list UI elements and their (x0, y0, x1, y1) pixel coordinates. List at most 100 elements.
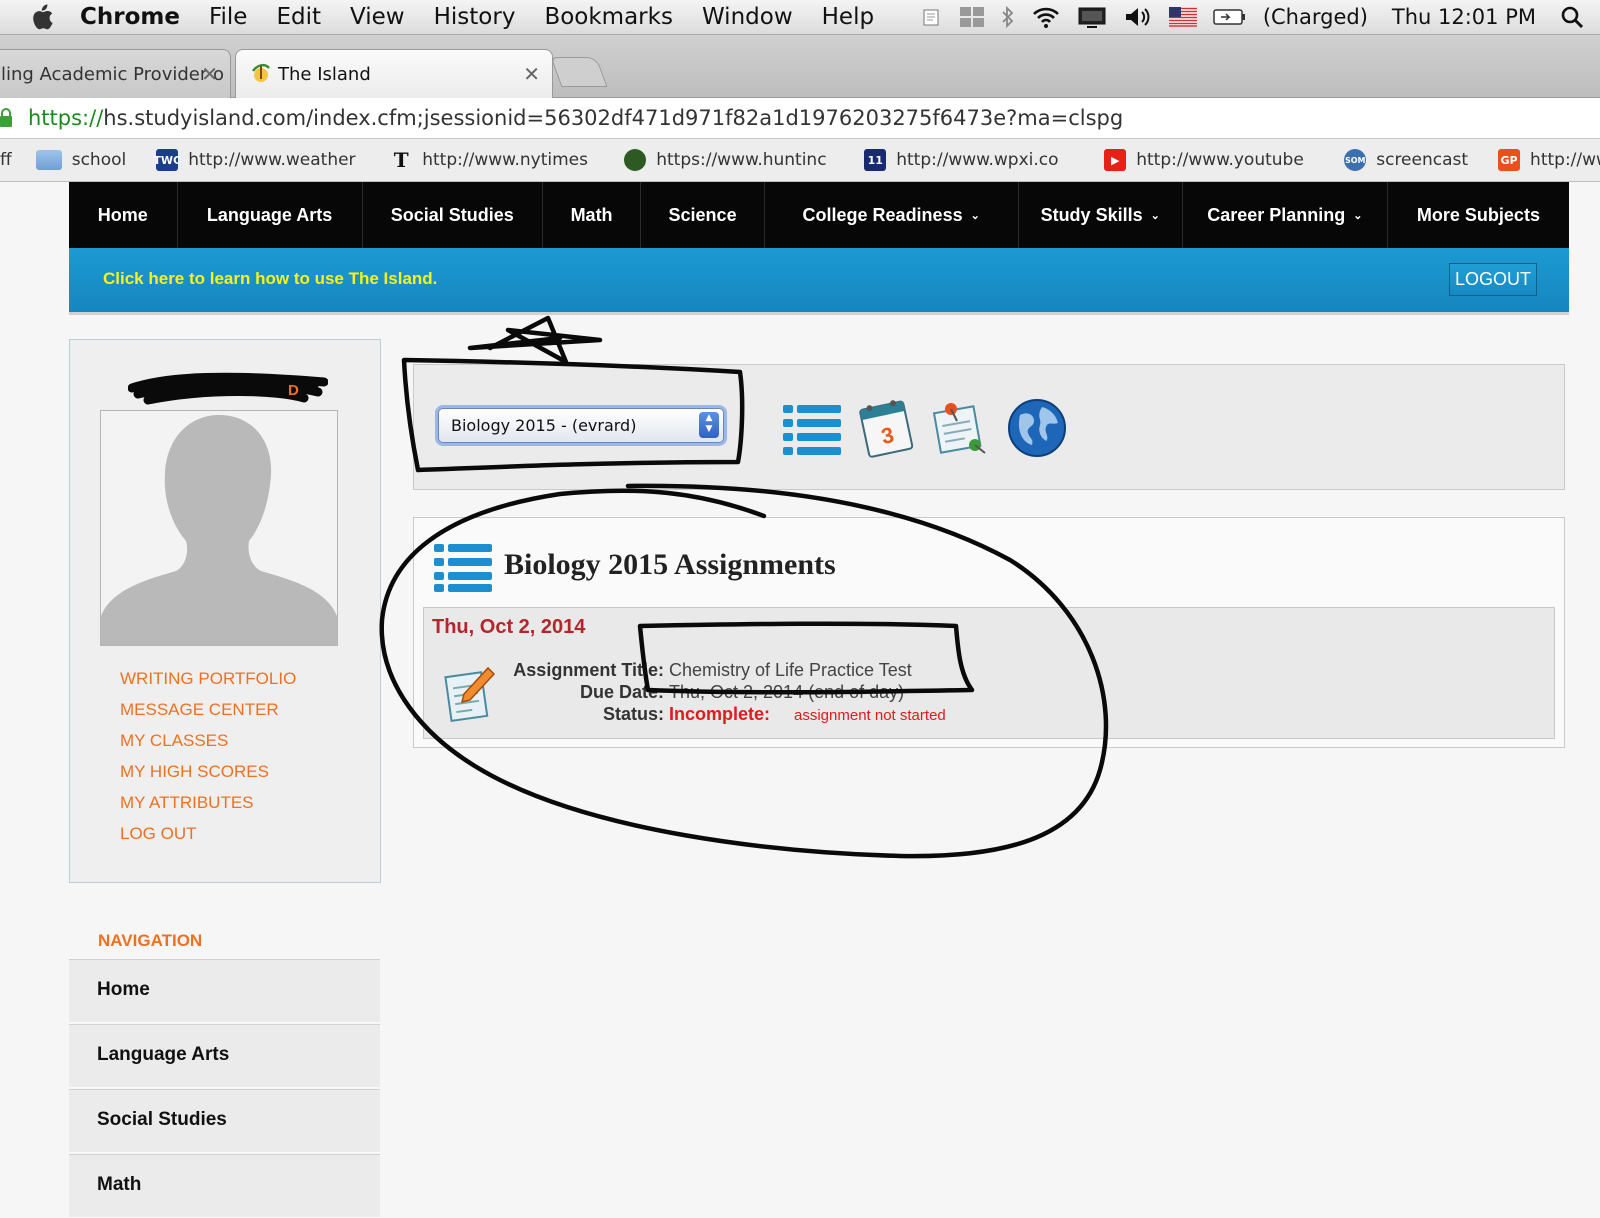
topnav-social-studies[interactable]: Social Studies (363, 182, 543, 248)
bookmark-folder-school[interactable]: school (35, 150, 126, 170)
message-center-link[interactable]: MESSAGE CENTER (120, 701, 296, 732)
my-classes-link[interactable]: MY CLASSES (120, 732, 296, 763)
status-row: Status: (424, 704, 664, 726)
navigation-heading: NAVIGATION (98, 931, 203, 950)
list-icon[interactable] (781, 397, 843, 459)
clock[interactable]: Thu 12:01 PM (1392, 5, 1536, 29)
due-date-text: Thu, Oct 2, 2014 (end of day) (669, 682, 905, 702)
topnav-home[interactable]: Home (69, 182, 178, 248)
topnav-language-arts[interactable]: Language Arts (178, 182, 363, 248)
us-flag-icon[interactable] (1168, 7, 1197, 27)
calendar-icon[interactable]: 3 (856, 397, 918, 459)
profile-card: D WRITING PORTFOLIO MESSAGE CENTER MY CL… (69, 339, 381, 883)
bookmark-label: screencast (1376, 150, 1469, 170)
new-tab-button[interactable] (550, 57, 608, 87)
chevron-down-icon: ⌄ (970, 209, 980, 222)
list-icon (434, 544, 492, 592)
chevron-down-icon: ⌄ (1353, 209, 1363, 222)
my-attributes-link[interactable]: MY ATTRIBUTES (120, 794, 296, 825)
tab-academic-provider[interactable]: ling Academic Provider o ✕ (0, 49, 231, 98)
display-icon[interactable] (1077, 5, 1107, 29)
menu-file[interactable]: File (209, 4, 248, 30)
wifi-icon[interactable] (1031, 5, 1061, 29)
my-high-scores-link[interactable]: MY HIGH SCORES (120, 763, 296, 794)
menu-status-area: (Charged) Thu 12:01 PM (921, 0, 1600, 34)
sidebar-item-label: Language Arts (97, 1044, 230, 1065)
apple-icon[interactable] (28, 3, 68, 31)
menu-history[interactable]: History (434, 4, 516, 30)
island-favicon-icon (250, 61, 272, 88)
spotlight-icon[interactable] (1560, 5, 1584, 29)
menu-bookmarks[interactable]: Bookmarks (544, 4, 673, 30)
top-navigation: Home Language Arts Social Studies Math S… (69, 182, 1569, 248)
bookmark-label: http://www (1530, 150, 1600, 170)
nyt-icon: T (393, 148, 409, 172)
assignments-panel: Biology 2015 Assignments Thu, Oct 2, 201… (413, 517, 1565, 748)
macos-menu-bar: Chrome File Edit View History Bookmarks … (0, 0, 1600, 35)
class-select-value: Biology 2015 - (evrard) (451, 416, 637, 435)
topnav-math[interactable]: Math (543, 182, 642, 248)
bookmark-nytimes[interactable]: T http://www.nytimes (390, 148, 594, 172)
topnav-label: More Subjects (1416, 204, 1540, 225)
learn-how-link[interactable]: Click here to learn how to use The Islan… (103, 269, 437, 289)
topnav-label: Study Skills (1040, 204, 1143, 225)
due-date-row: Due Date: (424, 682, 664, 704)
url-text: hs.studyisland.com/index.cfm;jsessionid=… (103, 106, 1124, 130)
bluetooth-icon[interactable] (1001, 5, 1015, 29)
logout-button[interactable]: LOGOUT (1449, 263, 1537, 296)
close-icon[interactable]: ✕ (201, 62, 218, 86)
notepad-pin-icon[interactable] (929, 397, 991, 459)
gp-icon: GP (1498, 149, 1521, 171)
volume-icon[interactable] (1123, 5, 1153, 29)
lock-icon[interactable] (0, 108, 14, 128)
address-bar[interactable]: https:// hs.studyisland.com/index.cfm;js… (0, 98, 1600, 139)
sidebar-item-math[interactable]: Math (69, 1154, 380, 1218)
due-date-label: Due Date: (579, 682, 664, 702)
script-icon[interactable] (921, 6, 943, 28)
assignment-title-label: Assignment Title: (513, 660, 664, 680)
topnav-science[interactable]: Science (641, 182, 765, 248)
topnav-more-subjects[interactable]: More Subjects (1388, 182, 1569, 248)
log-out-link[interactable]: LOG OUT (120, 825, 296, 856)
topnav-college-readiness[interactable]: College Readiness ⌄ (765, 182, 1019, 248)
bookmark-label: http://www.weather (188, 150, 356, 170)
wpxi-icon: 11 (864, 149, 887, 171)
topnav-label: Science (668, 204, 737, 225)
assignment-entry[interactable]: Thu, Oct 2, 2014 Assignment Title: Chemi… (423, 607, 1555, 739)
assignment-title-text: Chemistry of Life Practice Test (669, 660, 912, 680)
topnav-study-skills[interactable]: Study Skills ⌄ (1019, 182, 1183, 248)
class-select[interactable]: Biology 2015 - (evrard) ▲ ▼ (438, 408, 724, 443)
close-icon[interactable]: ✕ (523, 62, 540, 86)
battery-icon[interactable] (1213, 7, 1247, 27)
bookmark-item[interactable]: ff (0, 150, 12, 170)
bookmark-gp[interactable]: GP http://www (1498, 149, 1600, 171)
bookmark-youtube[interactable]: ▶ http://www.youtube (1104, 149, 1314, 171)
tab-label: ling Academic Provider o (1, 63, 224, 85)
youtube-icon: ▶ (1104, 149, 1127, 171)
topnav-career-planning[interactable]: Career Planning ⌄ (1183, 182, 1388, 248)
assignment-date: Thu, Oct 2, 2014 (432, 616, 586, 638)
bookmark-hunting[interactable]: https://www.huntinc (624, 149, 834, 171)
bookmark-wpxi[interactable]: 11 http://www.wpxi.co (864, 149, 1074, 171)
menu-view[interactable]: View (350, 4, 405, 30)
globe-icon[interactable] (1006, 397, 1068, 459)
tab-the-island[interactable]: The Island ✕ (235, 49, 553, 98)
chevron-down-icon: ⌄ (1150, 209, 1160, 222)
menu-edit[interactable]: Edit (276, 4, 321, 30)
menu-window[interactable]: Window (702, 4, 793, 30)
select-arrows-icon: ▲ ▼ (699, 412, 719, 438)
writing-portfolio-link[interactable]: WRITING PORTFOLIO (120, 670, 296, 701)
sidebar-item-language-arts[interactable]: Language Arts (69, 1024, 380, 1088)
sidebar-item-social-studies[interactable]: Social Studies (69, 1089, 380, 1153)
spaces-icon[interactable] (959, 6, 985, 28)
tab-label: The Island (278, 63, 371, 85)
sidebar-item-home[interactable]: Home (69, 959, 380, 1023)
sidebar-item-label: Math (97, 1174, 142, 1195)
menu-help[interactable]: Help (822, 4, 874, 30)
bookmark-screencast[interactable]: SOM screencast (1344, 149, 1468, 171)
bookmark-weather[interactable]: TWC http://www.weather (153, 149, 360, 171)
topnav-label: Social Studies (390, 204, 514, 225)
sidebar-item-label: Home (97, 979, 150, 1000)
sidebar-item-label: Social Studies (97, 1109, 227, 1130)
menu-app-name[interactable]: Chrome (80, 4, 180, 30)
